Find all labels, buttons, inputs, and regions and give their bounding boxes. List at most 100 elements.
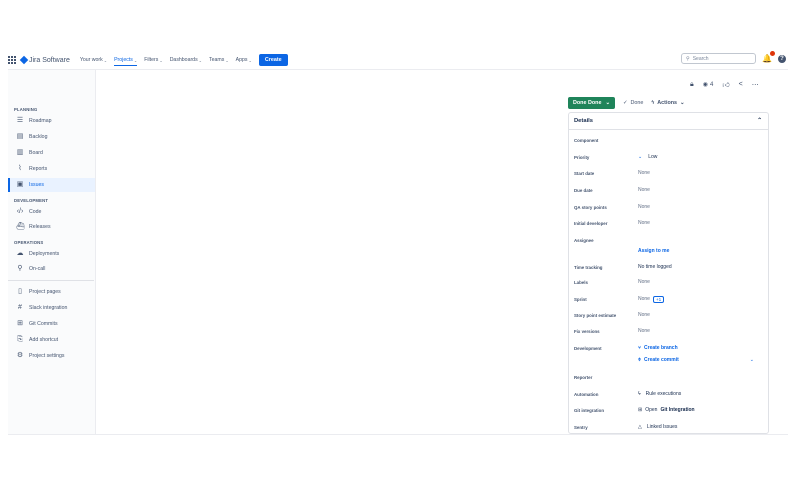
resolution-done: ✓ Done bbox=[622, 100, 644, 106]
sidebar-item-issues[interactable]: ▣ Issues bbox=[8, 178, 95, 192]
status-dropdown[interactable]: Done Done ⌄ bbox=[568, 97, 615, 109]
sidebar-item-deployments[interactable]: ☁ Deployments bbox=[8, 247, 95, 261]
sidebar-item-board[interactable]: ▥ Board bbox=[8, 146, 95, 160]
field-due-date: Due date None bbox=[574, 187, 650, 193]
field-story-point-estimate: Story point estimate None bbox=[574, 312, 650, 318]
branch-icon: ⑂ bbox=[638, 345, 642, 351]
notifications-button[interactable]: 🔔 bbox=[762, 51, 775, 63]
field-development: Development ⑂ Create branch bbox=[574, 345, 678, 351]
watch-count: 4 bbox=[709, 81, 714, 88]
share-icon[interactable]: < bbox=[739, 81, 743, 88]
create-branch-link[interactable]: ⑂ Create branch bbox=[638, 345, 678, 351]
eye-icon: ◉ bbox=[702, 82, 708, 88]
assign-to-me-link[interactable]: Assign to me bbox=[638, 248, 669, 254]
planning-section-title: PLANNING bbox=[14, 107, 38, 112]
operations-section-title: OPERATIONS bbox=[14, 240, 44, 245]
sidebar-item-add-shortcut[interactable]: ⎘ Add shortcut bbox=[8, 333, 95, 347]
field-fix-versions: Fix versions None bbox=[574, 328, 650, 334]
development-section-title: DEVELOPMENT bbox=[14, 198, 49, 203]
linked-issues-link[interactable]: △ Linked Issues bbox=[638, 424, 677, 430]
search-input[interactable]: ⚲ Search bbox=[681, 53, 757, 64]
app-switcher-icon[interactable] bbox=[8, 56, 16, 64]
more-icon[interactable]: ⋯ bbox=[752, 81, 759, 89]
open-git-integration-link[interactable]: ⊞ Open Git Integration bbox=[638, 407, 695, 413]
app-name: Jira Software bbox=[29, 56, 70, 64]
actions-dropdown[interactable]: ϟ Actions ⌄ bbox=[651, 100, 684, 106]
priority-low-icon: ⌄ bbox=[638, 154, 643, 160]
issues-icon: ▣ bbox=[16, 181, 24, 188]
git-icon: ⊞ bbox=[17, 320, 23, 327]
project-sidebar: PLANNING ☰ Roadmap ▤ Backlog ▥ Board ⌇ Repor… bbox=[8, 70, 96, 434]
jira-diamond-icon bbox=[19, 55, 29, 65]
help-button[interactable]: ? bbox=[778, 54, 786, 63]
check-icon: ✓ bbox=[622, 100, 628, 106]
sidebar-item-git-commits[interactable]: ⊞ Git Commits bbox=[8, 317, 95, 331]
chevron-down-icon: ⌄ bbox=[133, 57, 138, 63]
chevron-down-icon: ⌄ bbox=[248, 57, 252, 63]
lightning-icon: ϟ bbox=[651, 100, 655, 106]
field-priority: Priority ⌄ Low bbox=[574, 154, 658, 160]
nav-teams[interactable]: Teams ⌄ bbox=[209, 57, 229, 63]
ship-icon: ⛴ bbox=[16, 223, 25, 230]
sentry-icon: △ bbox=[638, 424, 642, 430]
field-component: Component bbox=[574, 137, 599, 143]
chevron-down-icon: ⌄ bbox=[680, 100, 685, 106]
sidebar-item-project-settings[interactable]: ⚙ Project settings bbox=[8, 349, 95, 363]
sidebar-item-project-pages[interactable]: ▯ Project pages bbox=[8, 285, 95, 299]
priority-value[interactable]: ⌄ Low bbox=[638, 154, 657, 160]
board-icon: ▥ bbox=[16, 149, 24, 156]
sidebar-item-reports[interactable]: ⌇ Reports bbox=[8, 162, 95, 176]
nav-filters[interactable]: Filters ⌄ bbox=[144, 57, 162, 63]
sidebar-divider bbox=[8, 280, 94, 281]
sidebar-item-on-call[interactable]: ⚲ On-call bbox=[8, 262, 95, 276]
rule-executions-link[interactable]: ϟ Rule executions bbox=[638, 391, 681, 397]
search-placeholder: Search bbox=[692, 55, 709, 62]
cloud-icon: ☁ bbox=[16, 250, 24, 257]
chevron-down-icon[interactable]: ⌄ bbox=[750, 357, 754, 363]
development-commit-row: ⌽ Create commit ⌄ bbox=[574, 355, 764, 365]
topnav-divider bbox=[8, 69, 788, 70]
create-commit-link[interactable]: ⌽ Create commit bbox=[638, 357, 679, 363]
create-button[interactable]: Create bbox=[258, 54, 288, 66]
watch-button[interactable]: ◉ 4 bbox=[702, 81, 714, 89]
lock-icon[interactable]: 🔒︎ bbox=[690, 81, 694, 89]
issue-toolbar: 🔒︎ ◉ 4 👍︎ < ⋯ bbox=[690, 80, 759, 90]
nav-apps[interactable]: Apps ⌄ bbox=[236, 57, 252, 63]
sprint-more-badge[interactable]: +1 bbox=[652, 295, 665, 303]
git-icon: ⊞ bbox=[638, 407, 643, 413]
page-icon: ▯ bbox=[18, 288, 22, 295]
sidebar-item-backlog[interactable]: ▤ Backlog bbox=[8, 130, 95, 144]
field-git-integration: Git integration ⊞ Open Git Integration bbox=[574, 407, 695, 413]
like-icon[interactable]: 👍︎ bbox=[722, 80, 729, 89]
chevron-down-icon: ⌄ bbox=[103, 57, 108, 63]
sidebar-item-slack-integration[interactable]: # Slack integration bbox=[8, 301, 95, 315]
sprint-value[interactable]: None +1 bbox=[638, 295, 665, 303]
field-labels: Labels None bbox=[574, 279, 650, 285]
sidebar-item-roadmap[interactable]: ☰ Roadmap bbox=[8, 114, 95, 128]
field-time-tracking: Time tracking No time logged bbox=[574, 264, 672, 270]
lightning-icon: ϟ bbox=[638, 391, 641, 397]
on-call-icon: ⚲ bbox=[17, 265, 23, 272]
code-icon: ‹/› bbox=[16, 208, 24, 215]
nav-dashboards[interactable]: Dashboards ⌄ bbox=[170, 57, 202, 63]
chevron-up-icon: ⌃ bbox=[757, 118, 762, 124]
field-assignee: Assignee bbox=[574, 237, 594, 243]
nav-right-tools: ⚲ Search 🔔 ? bbox=[681, 51, 786, 64]
sidebar-item-code[interactable]: ‹/› Code bbox=[8, 205, 95, 219]
top-navigation: Jira Software Your work ⌄ Projects ⌄ Filte… bbox=[8, 51, 788, 69]
backlog-icon: ▤ bbox=[16, 133, 24, 140]
jira-logo[interactable]: Jira Software bbox=[19, 55, 70, 65]
nav-projects[interactable]: Projects ⌄ bbox=[114, 57, 138, 66]
gear-icon: ⚙ bbox=[16, 352, 24, 359]
field-sentry: Sentry △ Linked Issues bbox=[574, 424, 678, 430]
details-title: Details bbox=[574, 118, 594, 124]
chevron-down-icon: ⌄ bbox=[605, 100, 610, 106]
chevron-down-icon: ⌄ bbox=[159, 57, 163, 63]
chevron-down-icon: ⌄ bbox=[198, 57, 203, 63]
sidebar-item-releases[interactable]: ⛴ Releases bbox=[8, 220, 95, 234]
field-start-date: Start date None bbox=[574, 170, 650, 176]
details-header[interactable]: Details ⌃ bbox=[569, 113, 768, 130]
nav-your-work[interactable]: Your work ⌄ bbox=[80, 57, 107, 63]
notification-badge bbox=[770, 51, 775, 56]
slack-icon: # bbox=[18, 304, 22, 311]
